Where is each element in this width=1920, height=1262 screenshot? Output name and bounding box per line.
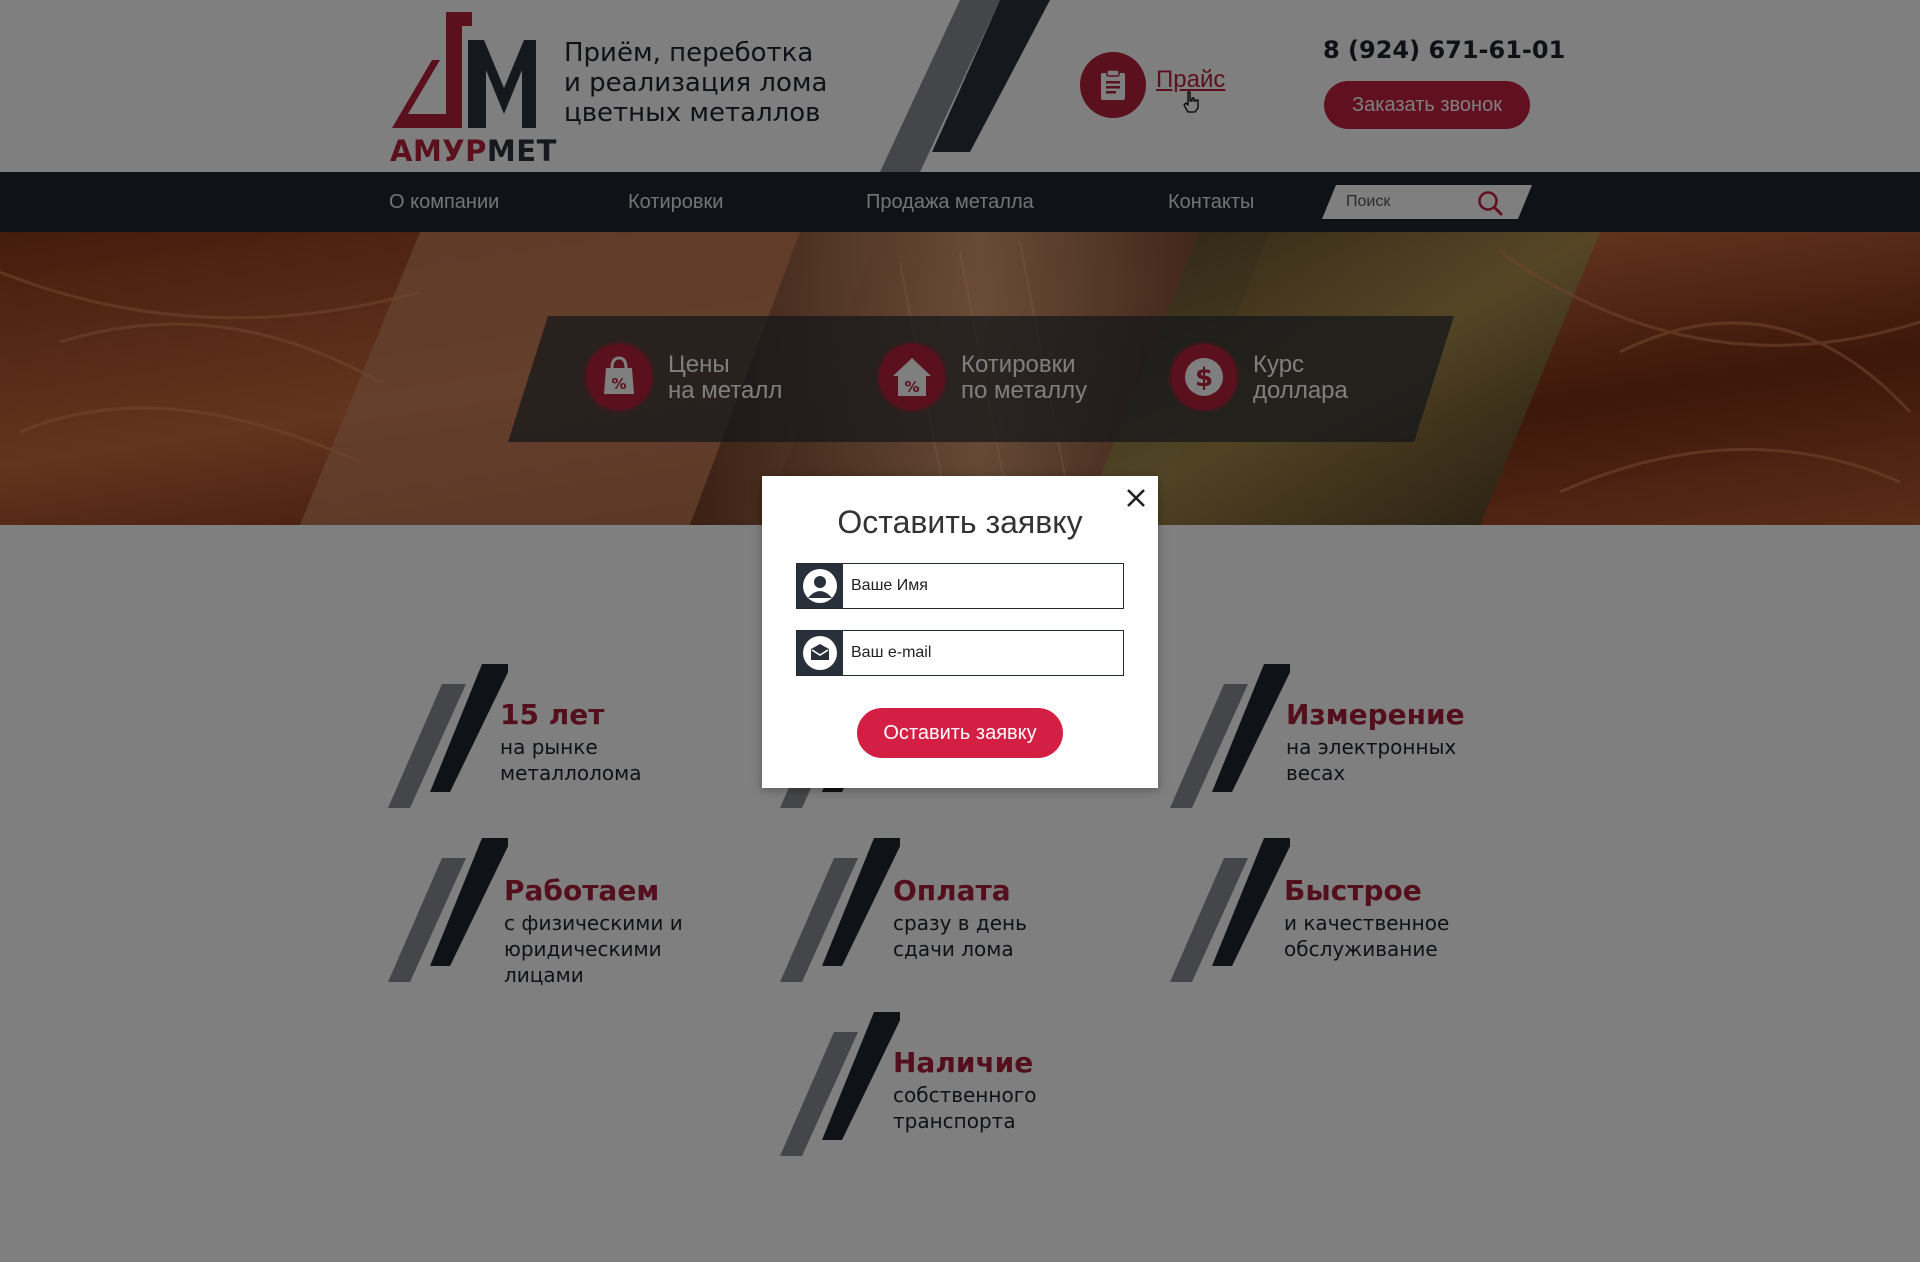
name-input[interactable] (851, 564, 1113, 608)
field-icon-box (797, 631, 843, 675)
field-icon-box (797, 564, 843, 608)
submit-request-button[interactable]: Оставить заявку (857, 708, 1063, 758)
name-field (796, 563, 1124, 609)
envelope-icon (803, 636, 837, 670)
page: АМУРМЕТ Приём, переботка и реализация ло… (0, 0, 1920, 1262)
close-icon[interactable] (1124, 486, 1148, 510)
email-input[interactable] (851, 631, 1113, 675)
modal-title: Оставить заявку (837, 504, 1083, 540)
request-modal: Оставить заявку Ваше Имя Ваш e-mail Оста… (762, 476, 1158, 788)
user-icon (803, 569, 837, 603)
email-field (796, 630, 1124, 676)
